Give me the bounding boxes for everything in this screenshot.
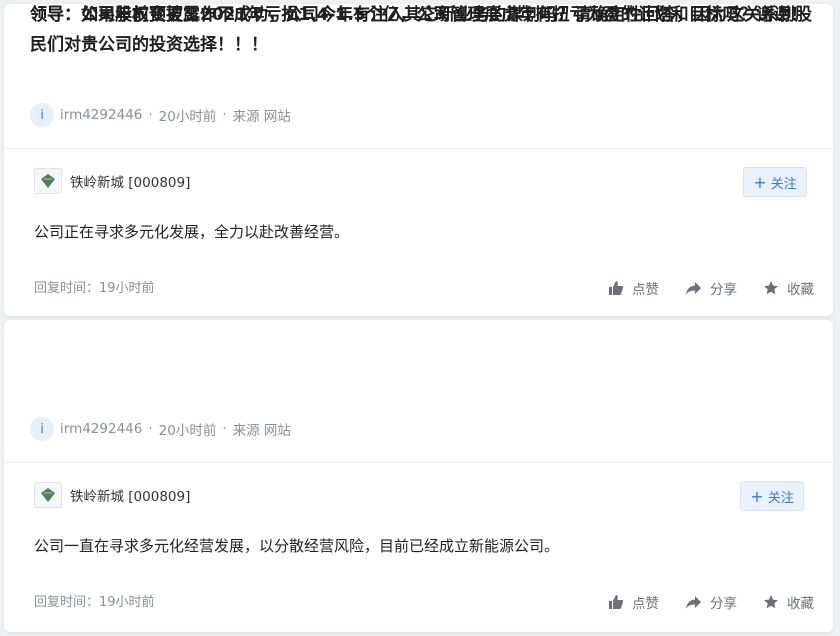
favorite-button[interactable]: 收藏	[763, 278, 814, 298]
star-icon	[764, 595, 778, 609]
company-name: 铁岭新城 [000809]	[70, 175, 191, 191]
share-icon	[686, 281, 701, 295]
company-logo-icon	[34, 168, 62, 194]
favorite-button[interactable]: 收藏	[763, 592, 814, 612]
share-icon	[686, 595, 701, 609]
post-time: 20小时前	[158, 109, 217, 125]
follow-button[interactable]: + 关注	[740, 481, 804, 511]
post-source: 来源 网站	[232, 109, 291, 125]
like-button[interactable]: 点赞	[608, 592, 659, 612]
action-bar: 点赞 分享 收藏	[582, 278, 814, 298]
follow-button[interactable]: + 关注	[743, 167, 807, 197]
share-button[interactable]: 分享	[685, 592, 737, 612]
user-avatar[interactable]: i	[30, 417, 54, 441]
thumbs-up-icon	[609, 595, 624, 609]
reply-time: 回复时间：19小时前	[34, 595, 155, 610]
star-icon	[764, 281, 778, 295]
company-name: 铁岭新城 [000809]	[70, 489, 191, 505]
plus-icon: +	[753, 172, 767, 192]
divider	[4, 462, 833, 463]
qa-card	[4, 320, 833, 632]
post-time: 20小时前	[158, 423, 217, 439]
answer-text: 公司一直在寻求多元化经营发展，以分散经营风险，目前已经成立新能源公司。	[34, 537, 560, 555]
username[interactable]: irm4292446	[60, 107, 142, 123]
company-row[interactable]: 铁岭新城 [000809]	[34, 168, 190, 194]
post-source: 来源 网站	[232, 423, 291, 439]
action-bar: 点赞 分享 收藏	[582, 592, 814, 612]
divider	[4, 148, 833, 149]
share-button[interactable]: 分享	[685, 278, 737, 298]
user-avatar[interactable]: i	[30, 103, 54, 127]
question-meta: i irm4292446 · 20小时前 · 来源 网站	[30, 102, 291, 128]
reply-time: 回复时间：19小时前	[34, 281, 155, 296]
plus-icon: +	[750, 486, 764, 506]
answer-text: 公司正在寻求多元化发展，全力以赴改善经营。	[34, 223, 350, 241]
company-logo-icon	[34, 482, 62, 508]
company-row[interactable]: 铁岭新城 [000809]	[34, 482, 190, 508]
thumbs-up-icon	[609, 281, 624, 295]
like-button[interactable]: 点赞	[608, 278, 659, 298]
username[interactable]: irm4292446	[60, 421, 142, 437]
question-meta: i irm4292446 · 20小时前 · 来源 网站	[30, 416, 291, 442]
question-title[interactable]: 领导：如果股权变更工作不成功，公司今年有注入其它新业务的谋划吗？请确定性回答，因…	[30, 0, 812, 60]
